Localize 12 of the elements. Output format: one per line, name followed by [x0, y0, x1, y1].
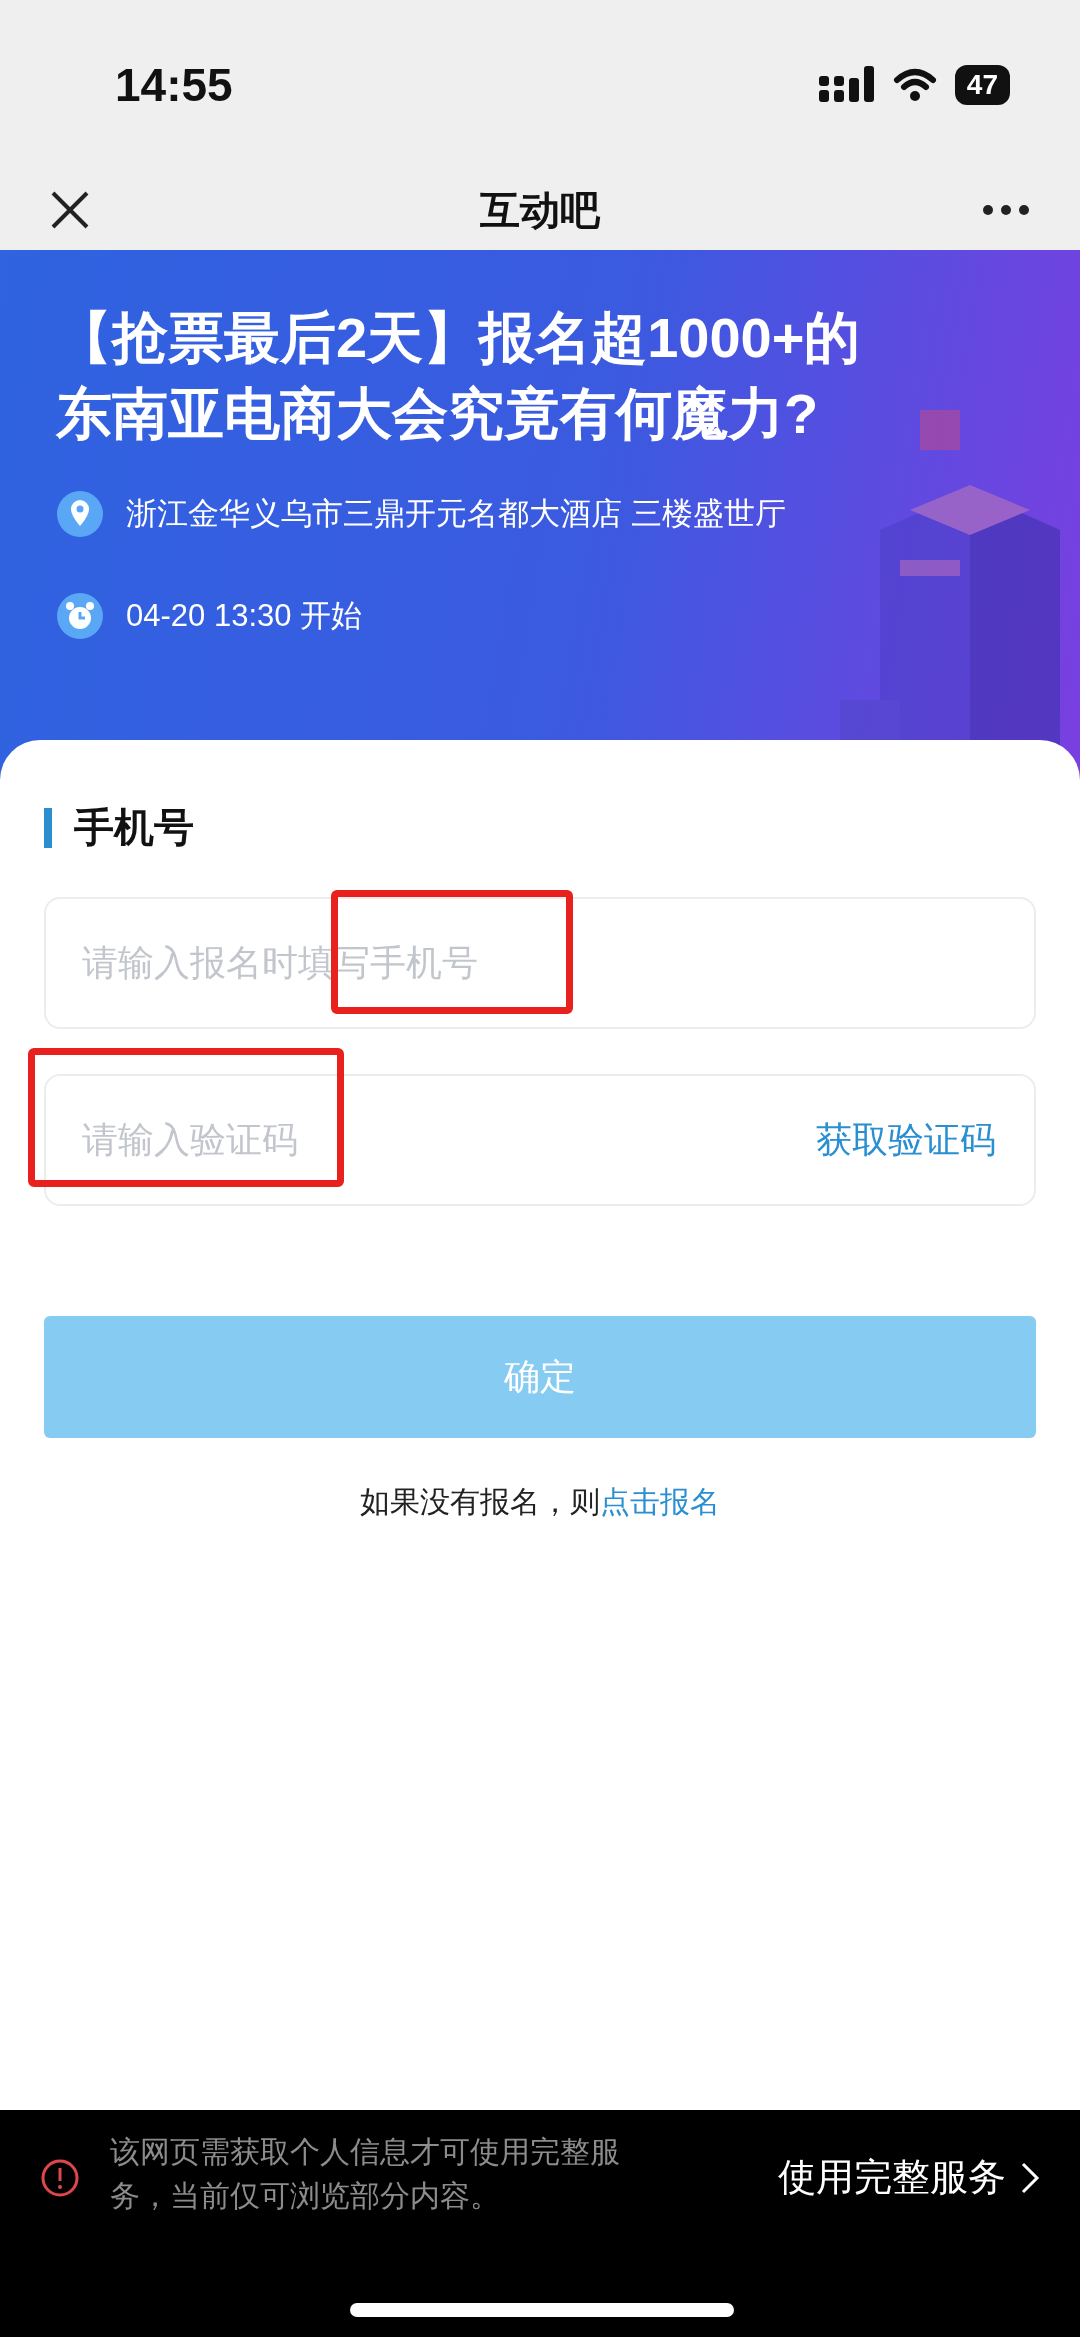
clock: 14:55	[115, 58, 233, 112]
notice-text: 该网页需获取个人信息才可使用完整服务，当前仅可浏览部分内容。	[110, 2134, 621, 2214]
battery-level: 47	[954, 65, 1010, 105]
page-title: 互动吧	[480, 187, 600, 232]
register-hint: 如果没有报名，则点击报名	[359, 1484, 721, 1520]
event-time: 04-20 13:30 开始	[126, 597, 363, 635]
event-title: 【抢票最后2天】报名超1000+的东南亚电商大会究竟有何魔力?	[56, 305, 862, 447]
get-code-button[interactable]: 获取验证码	[816, 1118, 996, 1162]
event-location: 浙江金华义乌市三鼎开元名都大酒店 三楼盛世厅	[126, 495, 786, 533]
register-link[interactable]: 点击报名	[600, 1485, 720, 1518]
section-title: 手机号	[74, 804, 194, 851]
full-service-button[interactable]: 使用完整服务	[778, 2152, 1040, 2203]
